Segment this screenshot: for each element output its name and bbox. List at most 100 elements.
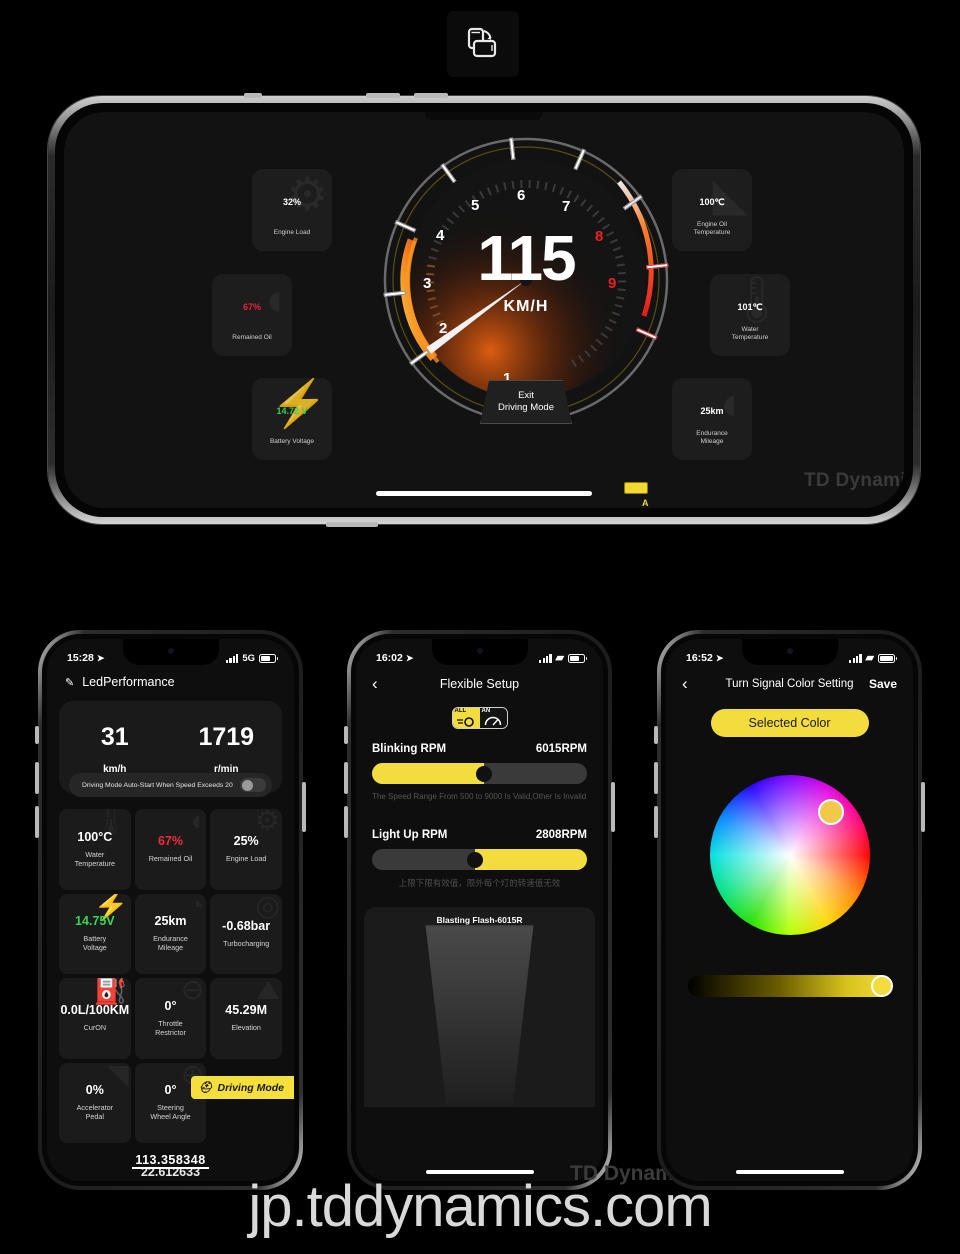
status-bar: 16:52 ➤ ▰ — [666, 639, 913, 669]
lightup-rpm-slider[interactable] — [372, 849, 587, 870]
page-title: Flexible Setup — [439, 677, 520, 691]
metric-elevation[interactable]: ⛰ 45.29M Elevation — [210, 978, 282, 1059]
segment-all[interactable]: ALL — [452, 708, 480, 728]
gauge-tick-7: 7 — [562, 198, 571, 215]
device-button-power-p2[interactable] — [611, 782, 615, 832]
segment-an[interactable]: AN — [479, 708, 507, 728]
home-indicator — [376, 491, 592, 496]
exit-label-line2: Driving Mode — [498, 402, 554, 413]
metric-value: -0.68bar — [222, 918, 271, 933]
metric-throttle-restrictor[interactable]: ⊖ 0° Throttle Restrictor — [134, 978, 207, 1059]
device-button-power-p3[interactable] — [921, 782, 925, 832]
selected-color-button[interactable]: Selected Color — [710, 709, 869, 737]
metric-fuel-consumption[interactable]: ⛽ 0.0L/100KM CurON — [59, 978, 131, 1059]
phone-dashboard: 15:28 ➤ 5G ✎ LedPerformance 31 km/h 1719… — [35, 630, 306, 1190]
save-button[interactable]: Save — [869, 671, 897, 697]
metric-remained-oil[interactable]: ◖ 67% Remained Oil — [134, 809, 207, 890]
landscape-card-engine-oil-temperature[interactable]: ◣ 100℃ Engine Oil Temperature — [672, 169, 752, 251]
metric-turbocharging[interactable]: ◎ -0.68bar Turbocharging — [210, 893, 282, 974]
device-button-mute[interactable] — [244, 93, 262, 98]
device-button-voldown-p1[interactable] — [35, 806, 39, 838]
metric-value: 0% — [85, 1083, 104, 1098]
device-button-mute-p1[interactable] — [35, 726, 39, 744]
lightup-rpm-row: Light Up RPM 2808RPM — [372, 829, 587, 841]
landscape-card-remained-oil[interactable]: ◖ 67% Remained Oil — [212, 274, 292, 356]
preview-title: Blasting Flash-6015R — [436, 915, 523, 925]
thermometer-icon: 🌡 — [727, 274, 786, 325]
exit-driving-mode-button[interactable]: Exit Driving Mode — [480, 380, 572, 424]
screenshot-root: ⚙ 32% Engine Load ◖ 67% Remained Oil ⚡ 1… — [0, 0, 960, 1254]
device-button-volup-p2[interactable] — [344, 762, 348, 794]
brightness-slider-knob[interactable] — [871, 975, 893, 997]
metric-steering-wheel-angle[interactable]: ⊕ 0° Steering Wheel Angle — [134, 1062, 207, 1143]
device-button-power[interactable] — [326, 522, 378, 527]
device-notch — [425, 112, 543, 120]
metric-battery-voltage[interactable]: ⚡ 14.75V Battery Voltage — [59, 893, 131, 974]
rotate-screen-button[interactable] — [447, 11, 519, 77]
engine-icon: ⚙ — [254, 809, 280, 836]
pencil-icon[interactable]: ✎ — [65, 676, 74, 689]
metric-value: 0° — [164, 998, 177, 1013]
card-label: Battery Voltage — [269, 437, 315, 445]
slider-fill — [475, 849, 587, 870]
card-value: 101℃ — [737, 301, 763, 312]
device-button-power-p1[interactable] — [302, 782, 306, 832]
metric-value: 25% — [233, 834, 259, 849]
device-button-mute-p2[interactable] — [344, 726, 348, 744]
segment-all-label: ALL — [454, 708, 467, 714]
signal-bars-icon — [226, 653, 239, 663]
metric-accelerator-pedal[interactable]: ◥ 0% Accelerator Pedal — [59, 1062, 131, 1143]
device-button-voldown[interactable] — [366, 93, 400, 98]
mode-segmented-control[interactable]: ALL AN — [451, 707, 508, 729]
throttle-icon: ⊖ — [180, 978, 205, 1005]
slider-fill — [372, 763, 484, 784]
card-value: 25km — [700, 406, 724, 416]
status-bar: 16:02 ➤ ▰ — [356, 639, 603, 669]
slider-knob[interactable] — [467, 851, 484, 868]
device-button-mute-p3[interactable] — [654, 726, 658, 744]
landscape-card-engine-load[interactable]: ⚙ 32% Engine Load — [252, 169, 332, 251]
card-label: Engine Load — [273, 228, 311, 236]
speed-unit: KM/H — [503, 298, 549, 315]
slider-knob[interactable] — [475, 765, 492, 782]
metric-label: Battery Voltage — [82, 934, 107, 953]
driving-mode-button[interactable]: ⛑ Driving Mode — [190, 1076, 294, 1099]
landscape-card-endurance-mileage[interactable]: ◐ 25km Endurance Mileage — [672, 378, 752, 460]
gauge-tick-6: 6 — [517, 187, 526, 204]
location-arrow-icon: ➤ — [405, 652, 414, 663]
wifi-icon: ▰ — [865, 651, 874, 664]
metric-value: 100°C — [77, 829, 113, 844]
blinking-rpm-slider[interactable] — [372, 763, 587, 784]
auto-start-switch[interactable] — [240, 778, 266, 792]
metric-engine-load[interactable]: ⚙ 25% Engine Load — [210, 809, 282, 890]
landscape-card-water-temperature[interactable]: 🌡 101℃ Water Temperature — [710, 274, 790, 356]
metric-label: Turbocharging — [223, 938, 270, 948]
device-button-voldown-p3[interactable] — [654, 806, 658, 838]
device-button-volup[interactable] — [414, 93, 448, 98]
metric-value: 0.0L/100KM — [60, 1003, 130, 1018]
color-wheel-handle[interactable] — [817, 799, 844, 825]
auto-start-toggle-row[interactable]: Driving Mode Auto-Start When Speed Excee… — [69, 773, 272, 797]
speed-value: 31 — [100, 723, 129, 751]
metric-water-temperature[interactable]: 🌡 100°C Water Temperature — [59, 809, 131, 890]
signal-bars-icon — [539, 653, 552, 663]
brand-watermark: TD Dynamics — [804, 470, 904, 491]
oil-icon: ◖ — [260, 274, 288, 325]
device-button-voldown-p2[interactable] — [344, 806, 348, 838]
lightup-rpm-hint: 上限下限有效值，限外每个灯的转速值无效 — [398, 878, 561, 888]
fuel-icon: ⛽ — [93, 978, 129, 1005]
phone3-screen: 16:52 ➤ ▰ ‹ Turn Signal Color Setting Sa… — [666, 639, 913, 1181]
metric-label: CurON — [83, 1023, 107, 1033]
brightness-slider[interactable] — [688, 975, 893, 997]
device-button-volup-p1[interactable] — [35, 762, 39, 794]
card-value: 67% — [242, 302, 261, 312]
page-title: LedPerformance — [82, 675, 175, 689]
color-wheel[interactable] — [709, 775, 870, 935]
signal-bars-icon — [849, 653, 862, 663]
tachometer-gauge: 1 2 3 4 5 6 7 8 9 115 KM/H Exit Driving … — [376, 130, 676, 430]
device-button-volup-p3[interactable] — [654, 762, 658, 794]
landscape-card-battery-voltage[interactable]: ⚡ 14.72 V Battery Voltage — [252, 378, 332, 460]
mileage-icon: ◐ — [720, 378, 748, 429]
metric-endurance-mileage[interactable]: ◔ 25km Endurance Mileage — [134, 893, 207, 974]
light-beam-visual — [425, 925, 534, 1107]
